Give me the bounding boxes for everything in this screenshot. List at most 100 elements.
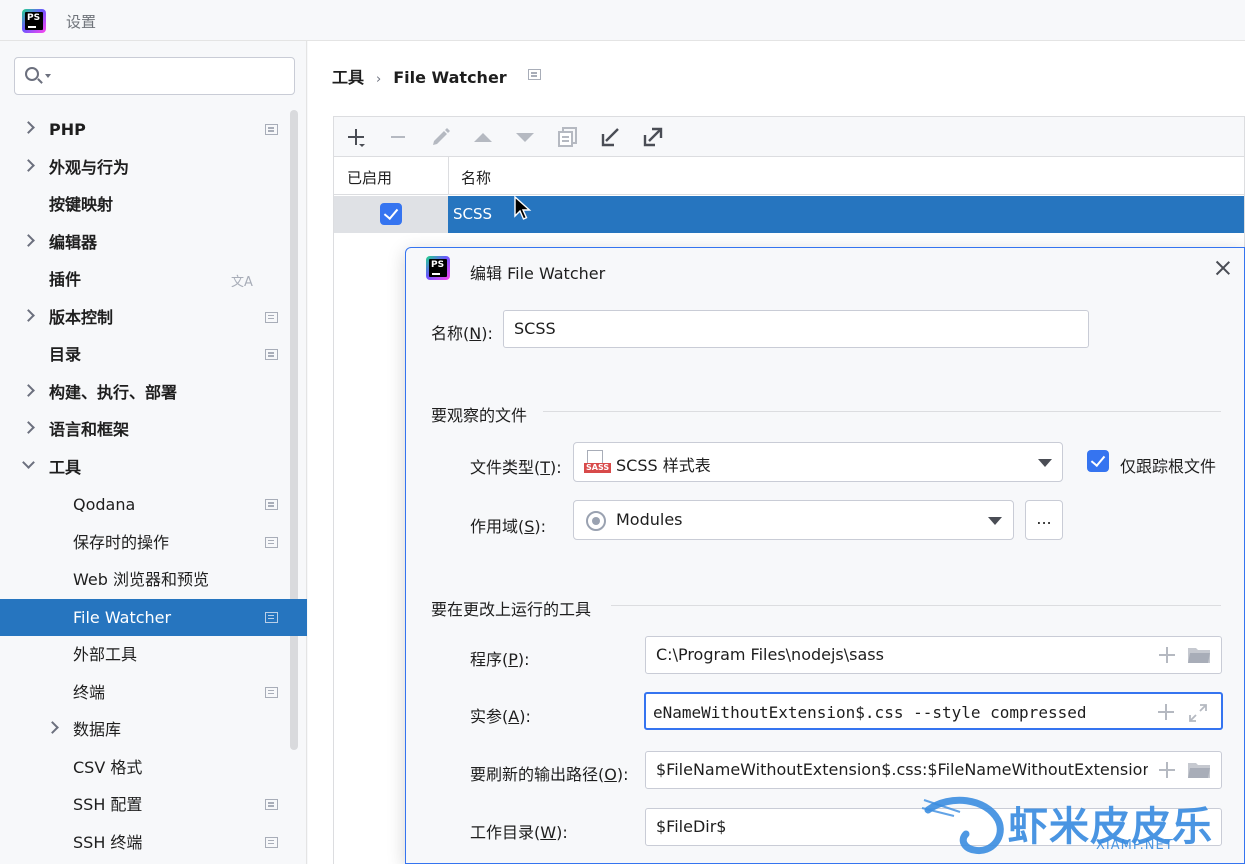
- settings-search[interactable]: [14, 57, 295, 95]
- section-tool-title: 要在更改上运行的工具: [431, 600, 592, 619]
- sidebar-item[interactable]: SSH 终端: [0, 824, 307, 861]
- breadcrumb-item-tools[interactable]: 工具: [332, 68, 364, 87]
- sidebar-item[interactable]: File Watcher: [0, 598, 307, 636]
- sidebar-item[interactable]: 编辑器: [0, 224, 307, 261]
- copy-icon[interactable]: [556, 125, 580, 149]
- dialog-title: 编辑 File Watcher: [470, 264, 606, 283]
- breadcrumb-item-file-watcher: File Watcher: [393, 68, 507, 87]
- sidebar-item[interactable]: 按键映射: [0, 186, 307, 223]
- column-divider[interactable]: [448, 157, 449, 195]
- translate-icon: 文A: [231, 275, 253, 290]
- insert-macro-icon[interactable]: [1158, 646, 1176, 664]
- export-icon[interactable]: [641, 125, 665, 149]
- close-icon[interactable]: [1214, 259, 1232, 277]
- insert-macro-icon[interactable]: [1157, 703, 1175, 721]
- browse-folder-icon[interactable]: [1187, 761, 1211, 779]
- table-header: 已启用 名称: [334, 157, 1244, 195]
- chevron-right-icon[interactable]: [22, 383, 35, 397]
- file-type-label: 文件类型(T):: [470, 458, 562, 477]
- track-root-label[interactable]: 仅跟踪根文件: [1120, 453, 1216, 477]
- workdir-label: 工作目录(W):: [470, 823, 568, 842]
- sidebar-item[interactable]: 工具: [0, 449, 307, 486]
- watermark: 虾米皮皮乐 XIAMP.NET: [920, 790, 1245, 864]
- settings-sidebar: PHP 外观与行为按键映射编辑器 插件 文A 版本控制 目录构建、执行、部署 语言和框架工具…: [0, 41, 307, 864]
- track-root-checkbox[interactable]: [1087, 450, 1109, 472]
- sidebar-item-label: 按键映射: [49, 195, 114, 214]
- column-enabled[interactable]: 已启用: [347, 167, 392, 188]
- shrimp-logo-icon: [921, 796, 1004, 855]
- project-level-icon: [265, 611, 278, 623]
- page-icon: [528, 69, 541, 80]
- browse-folder-icon[interactable]: [1187, 646, 1211, 664]
- chevron-right-icon[interactable]: [46, 721, 59, 734]
- output-label: 要刷新的输出路径(O):: [470, 765, 629, 784]
- sidebar-item[interactable]: 外观与行为: [0, 149, 307, 186]
- sidebar-item[interactable]: 构建、执行、部署: [0, 374, 307, 411]
- scope-more-button[interactable]: ...: [1025, 500, 1063, 540]
- project-level-icon: [265, 349, 278, 360]
- sidebar-item[interactable]: Web 浏览器和预览: [0, 561, 307, 598]
- sidebar-item[interactable]: 外部工具: [0, 636, 307, 673]
- output-paths-field[interactable]: $FileNameWithoutExtension$.css:$FileName…: [645, 751, 1222, 789]
- chevron-right-icon[interactable]: [22, 308, 35, 322]
- import-icon[interactable]: [598, 125, 622, 149]
- title-bar: PS 设置: [0, 0, 1245, 41]
- project-level-icon: [265, 536, 278, 548]
- search-icon[interactable]: [25, 67, 39, 81]
- sidebar-item-label: 语言和框架: [49, 420, 130, 439]
- search-options-chevron-icon[interactable]: [45, 74, 51, 78]
- enabled-checkbox[interactable]: [380, 203, 402, 225]
- sidebar-item[interactable]: PHP: [0, 111, 307, 148]
- chevron-down-icon[interactable]: [1038, 459, 1052, 467]
- chevron-down-icon[interactable]: [22, 455, 35, 469]
- sidebar-item[interactable]: Qodana: [0, 486, 307, 523]
- sidebar-item[interactable]: 数据库: [0, 711, 307, 748]
- chevron-right-icon[interactable]: [22, 158, 35, 172]
- remove-icon[interactable]: [386, 125, 410, 149]
- sidebar-item[interactable]: CSV 格式: [0, 749, 307, 786]
- sidebar-item-label: 工具: [49, 457, 82, 477]
- file-type-combo[interactable]: SASS SCSS 样式表: [573, 442, 1063, 482]
- chevron-right-icon[interactable]: [22, 233, 35, 247]
- name-field[interactable]: SCSS: [503, 310, 1089, 348]
- sidebar-item[interactable]: 插件 文A: [0, 261, 307, 298]
- chevron-right-icon[interactable]: [22, 421, 35, 434]
- table-row[interactable]: SCSS: [334, 196, 1244, 233]
- chevron-down-icon[interactable]: [988, 517, 1002, 525]
- args-field[interactable]: eNameWithoutExtension$.css --style compr…: [644, 692, 1223, 730]
- add-icon[interactable]: [344, 125, 368, 149]
- breadcrumb: 工具 › File Watcher: [332, 64, 507, 88]
- scope-combo[interactable]: Modules: [573, 500, 1014, 540]
- project-level-icon: [265, 311, 278, 323]
- sidebar-item[interactable]: 语言和框架: [0, 411, 307, 448]
- enabled-cell[interactable]: [334, 196, 448, 233]
- expand-icon[interactable]: [1187, 702, 1209, 724]
- program-label: 程序(P):: [470, 650, 530, 669]
- sidebar-item[interactable]: 终端: [0, 674, 307, 711]
- sidebar-item-label: 构建、执行、部署: [49, 382, 178, 402]
- section-files-title: 要观察的文件: [431, 406, 528, 425]
- sidebar-item-label: 终端: [73, 682, 106, 702]
- edit-icon[interactable]: [429, 125, 453, 149]
- sidebar-item-label: SSH 终端: [73, 832, 143, 852]
- move-down-icon[interactable]: [513, 125, 537, 149]
- sidebar-item[interactable]: 版本控制: [0, 299, 307, 336]
- sidebar-item-label: SSH 配置: [73, 795, 143, 814]
- edit-file-watcher-dialog: PS 编辑 File Watcher 名称(N): SCSS 要观察的文件 文件…: [405, 247, 1245, 864]
- sidebar-item-label: CSV 格式: [73, 757, 143, 777]
- name-cell[interactable]: SCSS: [448, 196, 1244, 233]
- sidebar-item-label: 数据库: [73, 720, 122, 739]
- mouse-cursor-icon: [514, 196, 532, 220]
- project-level-icon: [265, 799, 278, 810]
- sidebar-item[interactable]: SSH 配置: [0, 786, 307, 823]
- section-divider: [611, 605, 1221, 606]
- column-name[interactable]: 名称: [461, 167, 491, 188]
- sidebar-item[interactable]: 保存时的操作: [0, 524, 307, 561]
- section-divider: [543, 411, 1221, 412]
- settings-search-input[interactable]: [55, 62, 285, 90]
- insert-macro-icon[interactable]: [1158, 761, 1176, 779]
- chevron-right-icon[interactable]: [22, 121, 35, 134]
- move-up-icon[interactable]: [471, 125, 495, 149]
- program-field[interactable]: C:\Program Files\nodejs\sass: [645, 636, 1222, 674]
- sidebar-item[interactable]: 目录: [0, 336, 307, 373]
